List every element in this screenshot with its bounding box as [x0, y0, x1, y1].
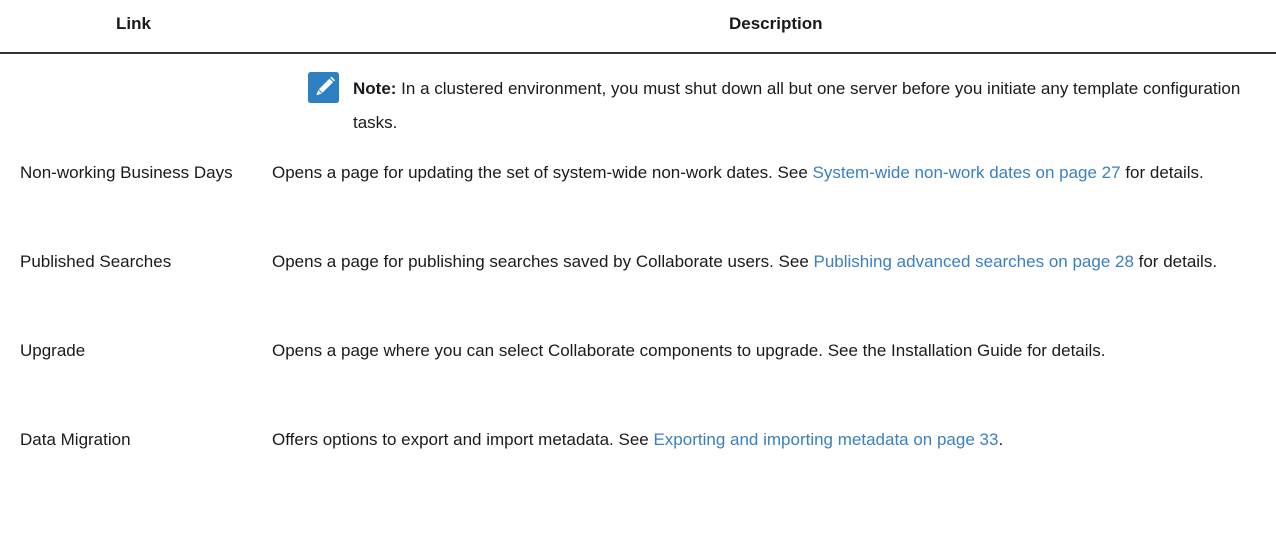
description-text: Opens a page for publishing searches sav…	[272, 252, 814, 271]
note-text: Note: In a clustered environment, you mu…	[353, 72, 1253, 140]
description-text: Opens a page where you can select Collab…	[272, 341, 1106, 360]
xref-link-publishing-advanced-searches[interactable]: Publishing advanced searches on page 28	[814, 252, 1134, 271]
table-header-row: Link Description	[0, 0, 1276, 54]
column-header-link: Link	[116, 14, 151, 33]
xref-link-exporting-importing-metadata[interactable]: Exporting and importing metadata on page…	[653, 430, 998, 449]
link-name: Non-working Business Days	[20, 163, 233, 182]
link-description: Offers options to export and import meta…	[272, 424, 1272, 455]
settings-links-table: Link Description Note: In a clustered en…	[0, 0, 1276, 449]
column-header-description: Description	[729, 14, 823, 33]
description-text: Opens a page for updating the set of sys…	[272, 163, 813, 182]
link-name: Data Migration	[20, 430, 131, 449]
xref-link-system-wide-non-work-dates[interactable]: System-wide non-work dates on page 27	[813, 163, 1121, 182]
description-text: .	[998, 430, 1004, 449]
description-text: for details.	[1120, 163, 1204, 182]
link-name: Upgrade	[20, 341, 86, 360]
pencil-icon	[308, 72, 339, 103]
description-text: for details.	[1133, 252, 1218, 271]
note-label: Note:	[353, 79, 397, 98]
description-text: Offers options to export and import meta…	[272, 430, 654, 449]
link-description: Opens a page for updating the set of sys…	[272, 157, 1272, 188]
link-name: Published Searches	[20, 252, 172, 271]
note-body: In a clustered environment, you must shu…	[353, 79, 1241, 132]
link-description: Opens a page for publishing searches sav…	[272, 246, 1272, 277]
link-description: Opens a page where you can select Collab…	[272, 335, 1272, 366]
